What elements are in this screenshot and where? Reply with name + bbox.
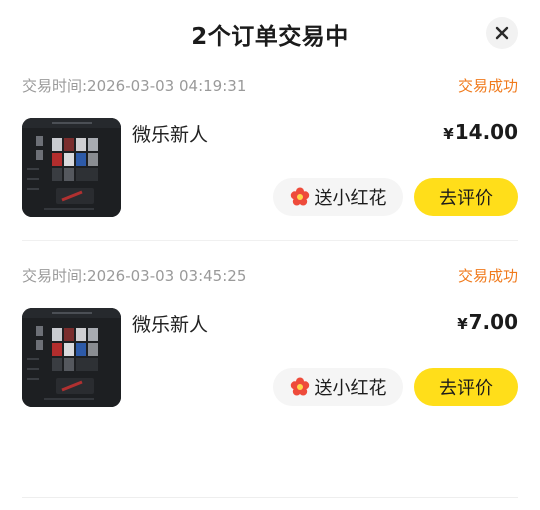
product-thumbnail[interactable] [22, 118, 121, 217]
red-flower-icon [290, 377, 310, 397]
send-flower-label: 送小红花 [314, 378, 387, 399]
order-divider [22, 240, 518, 241]
price-value: 14.00 [454, 120, 518, 144]
order-card: 交易时间:2026-03-03 03:45:25 交易成功 微乐新人 ¥7.00… [22, 258, 518, 446]
review-button[interactable]: 去评价 [414, 368, 518, 406]
product-name: 微乐新人 [132, 314, 209, 336]
product-name: 微乐新人 [132, 124, 209, 146]
order-meta: 交易时间:2026-03-03 04:19:31 交易成功 [22, 75, 518, 97]
send-flower-button[interactable]: 送小红花 [273, 368, 403, 406]
close-button[interactable] [486, 17, 518, 49]
price-value: 7.00 [468, 310, 518, 334]
sheet-header: 2个订单交易中 [0, 0, 540, 68]
order-card: 交易时间:2026-03-03 04:19:31 交易成功 微乐新人 ¥14.0… [22, 68, 518, 240]
page-title: 2个订单交易中 [191, 24, 349, 50]
product-thumbnail[interactable] [22, 308, 121, 407]
order-status: 交易成功 [457, 77, 518, 95]
order-time: 交易时间:2026-03-03 04:19:31 [22, 77, 247, 95]
currency-symbol: ¥ [443, 125, 454, 143]
send-flower-label: 送小红花 [314, 188, 387, 209]
order-meta: 交易时间:2026-03-03 03:45:25 交易成功 [22, 265, 518, 287]
order-status: 交易成功 [457, 267, 518, 285]
order-price: ¥14.00 [443, 120, 518, 144]
product-image [22, 308, 121, 407]
order-time: 交易时间:2026-03-03 03:45:25 [22, 267, 247, 285]
send-flower-button[interactable]: 送小红花 [273, 178, 403, 216]
review-button[interactable]: 去评价 [414, 178, 518, 216]
close-icon [495, 26, 509, 40]
orders-sheet: 2个订单交易中 交易时间:2026-03-03 04:19:31 交易成功 微乐… [0, 0, 540, 510]
bottom-divider [22, 497, 518, 498]
order-price: ¥7.00 [457, 310, 518, 334]
red-flower-icon [290, 187, 310, 207]
product-image [22, 118, 121, 217]
currency-symbol: ¥ [457, 315, 468, 333]
